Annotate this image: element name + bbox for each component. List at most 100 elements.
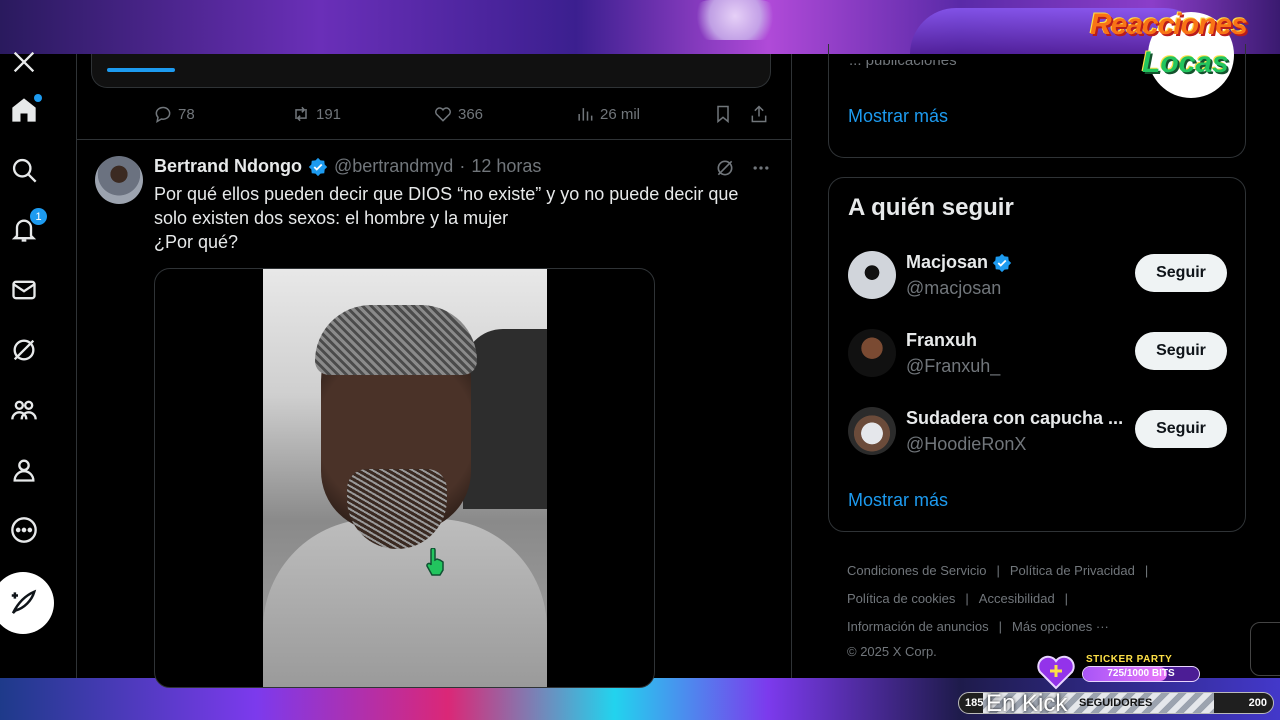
more-icon[interactable] [751,158,771,178]
reply-button[interactable]: 78 [153,104,291,124]
suggestion-name: Macjosan [906,252,1012,273]
repost-button[interactable]: 191 [291,104,433,124]
footer-divider: | [998,619,1003,634]
show-more-link[interactable]: Mostrar más [848,490,948,511]
followers-current: 185 [965,697,984,709]
heart-plus-icon [1037,655,1075,690]
repost-icon [295,106,307,122]
suggestion-name: Sudadera con capucha ... [906,408,1123,429]
kick-label: En Kick [986,690,1068,717]
search-icon [12,158,37,183]
sticker-party-widget: STICKER PARTY 725/1000 BITS [1036,654,1202,690]
avatar[interactable] [95,156,143,204]
people-icon [11,400,37,420]
ads-info-link[interactable]: Información de anuncios [847,619,989,634]
views-count: 26 mil [600,105,641,123]
terms-link[interactable]: Condiciones de Servicio [847,563,986,578]
like-button[interactable]: 366 [433,104,575,124]
post[interactable]: Bertrand Ndongo @bertrandmyd · 12 horas … [77,140,791,688]
follow-button[interactable]: Seguir [1135,410,1227,448]
previous-post-actions: 78 191 366 26 mil [153,102,773,126]
post-header: Bertrand Ndongo @bertrandmyd · 12 horas [154,156,541,177]
notification-badge: 1 [30,208,47,225]
share-button[interactable] [749,104,769,124]
show-more-link[interactable]: Mostrar más [848,106,948,127]
suggestion-handle: @Franxuh_ [906,356,1001,376]
avatar[interactable] [848,407,896,455]
trends-card: ... publicaciones Mostrar más [828,44,1246,158]
overlay-cloud [690,0,780,40]
nav-more[interactable] [6,512,42,548]
post-video[interactable] [154,268,655,688]
nav-communities[interactable] [6,392,42,428]
bits-progress-bar: 725/1000 BITS [1082,666,1200,682]
post-text-line: ¿Por qué? [154,232,239,252]
suggestion-row[interactable]: Sudadera con capucha ... @HoodieRonX Seg… [848,406,1228,456]
followers-label: SEGUIDORES [1079,697,1153,709]
footer-divider: | [965,591,969,606]
footer-divider: | [996,563,1000,578]
footer-divider: | [1144,563,1149,578]
post-header-actions [715,158,771,178]
verified-badge-icon [308,157,328,176]
suggestion-row[interactable]: Franxuh @Franxuh_ Seguir [848,328,1228,378]
who-to-follow-title: A quién seguir [848,194,1014,221]
bookmark-button[interactable] [713,104,749,124]
cookies-link[interactable]: Política de cookies [847,591,955,606]
suggestion-name-text: Sudadera con capucha ... [906,408,1124,428]
verified-badge-icon [992,253,1012,272]
left-nav: 1 [0,51,76,678]
header-separator: · [459,156,466,176]
avatar[interactable] [848,251,896,299]
grok-icon[interactable] [715,158,735,178]
hand-cursor-icon [426,548,444,576]
timeline: 78 191 366 26 mil Bertrand Ndongo @bertr… [76,54,792,688]
sidebar-footer: Condiciones de Servicio | Política de Priv… [847,557,1227,663]
views-button[interactable]: 26 mil [575,104,713,124]
bits-text: 725/1000 BITS [1107,668,1175,679]
post-timestamp[interactable]: 12 horas [471,156,541,177]
suggestion-name-text: Macjosan [906,252,989,272]
follow-button[interactable]: Seguir [1135,254,1227,292]
person-hair [315,305,477,375]
nav-grok[interactable] [6,332,42,368]
right-sidebar: ... publicaciones Mostrar más A quién se… [828,44,1246,678]
logo-line1: Reacciones [1090,8,1248,41]
nav-profile[interactable] [6,452,42,488]
who-to-follow-card: A quién seguir Macjosan @macjosan Seguir… [828,177,1246,532]
grok-icon [13,339,35,361]
post-text-line: solo existen dos sexos: el hombre y la m… [154,208,509,228]
mail-icon [12,280,36,300]
compose-icon [11,589,37,614]
more-circle-icon [11,517,37,543]
nav-home[interactable] [6,92,42,128]
faded-trend-text: ... publicaciones [849,52,957,69]
reply-icon [155,106,171,124]
follow-button[interactable]: Seguir [1135,332,1227,370]
nav-messages[interactable] [6,272,42,308]
nav-notifications[interactable]: 1 [6,208,47,248]
suggestion-handle: @HoodieRonX [906,434,1027,454]
video-progress-bar[interactable] [107,68,175,72]
accessibility-link[interactable]: Accesibilidad [979,591,1055,606]
author-name[interactable]: Bertrand Ndongo [154,156,302,177]
previous-post-media[interactable] [91,54,771,88]
repost-count: 191 [316,105,342,123]
reply-count: 78 [178,105,195,123]
like-count: 366 [458,105,484,123]
x-logo-icon[interactable] [6,44,42,80]
suggestion-row[interactable]: Macjosan @macjosan Seguir [848,250,1228,300]
more-options-link[interactable]: Más opciones ··· [1012,619,1109,634]
author-handle[interactable]: @bertrandmyd [334,156,453,177]
nav-explore[interactable] [6,152,42,188]
compose-post-button[interactable] [0,572,54,634]
share-icon [751,105,767,123]
views-icon [578,108,593,121]
footer-divider: | [1064,591,1069,606]
sticker-party-label: STICKER PARTY [1086,654,1173,665]
followers-goal: 200 [1248,697,1267,709]
privacy-link[interactable]: Política de Privacidad [1010,563,1135,578]
video-frame[interactable] [263,269,547,687]
avatar[interactable] [848,329,896,377]
grok-chat-button[interactable] [1250,622,1280,676]
